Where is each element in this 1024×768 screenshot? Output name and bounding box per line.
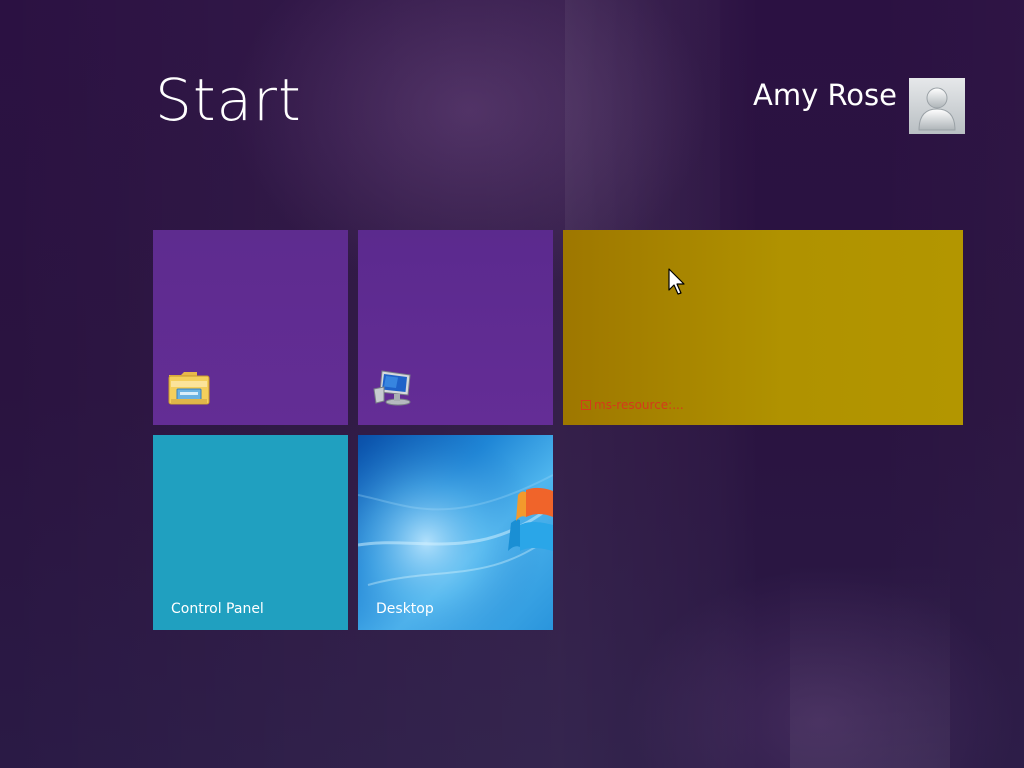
user-account-button[interactable]: Amy Rose <box>753 78 965 134</box>
tile-desktop[interactable]: Desktop <box>358 435 553 630</box>
broken-image-icon <box>581 400 591 410</box>
user-name: Amy Rose <box>752 78 897 112</box>
tile-computer[interactable] <box>358 230 553 425</box>
tile-label: Control Panel <box>171 601 264 617</box>
tile-label: ms-resource:... <box>581 398 684 412</box>
page-title: Start <box>155 66 302 134</box>
tile-app-wide[interactable]: ms-resource:... <box>563 230 963 425</box>
tile-label: Desktop <box>376 601 434 617</box>
user-avatar-icon <box>909 78 965 134</box>
computer-icon <box>372 367 416 411</box>
tile-control-panel[interactable]: Control Panel <box>153 435 348 630</box>
tile-label-text: ms-resource:... <box>594 398 684 412</box>
tile-file-explorer[interactable] <box>153 230 348 425</box>
folder-explorer-icon <box>167 369 211 411</box>
